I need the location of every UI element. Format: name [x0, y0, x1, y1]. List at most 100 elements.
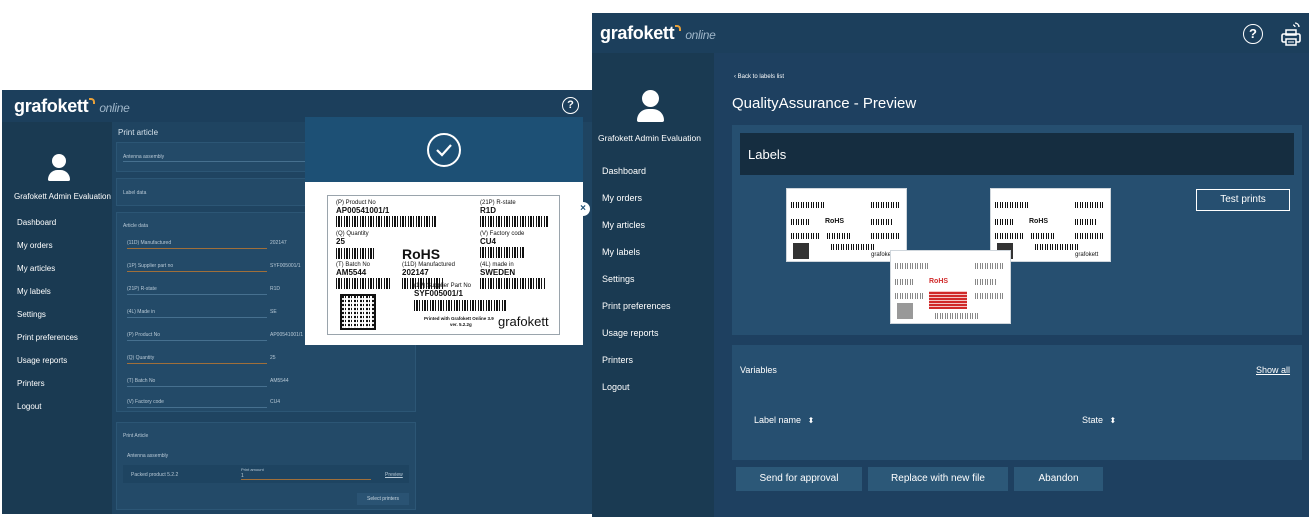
sort-icon: ⬍: [1109, 416, 1117, 425]
user-avatar-body: [637, 109, 664, 122]
right-content: ‹ Back to labels list QualityAssurance -…: [714, 53, 1309, 517]
field-underline: [127, 294, 267, 295]
field-row[interactable]: (1P) Supplier part no SYF005001/1: [127, 263, 312, 273]
replace-with-new-file-button[interactable]: Replace with new file: [868, 467, 1008, 491]
nav-logout[interactable]: Logout: [17, 402, 41, 411]
thumb-barcode: [827, 233, 851, 239]
manufactured-value: 202147: [402, 268, 429, 277]
thumb-barcode: [1075, 233, 1105, 239]
preview-link[interactable]: Preview: [385, 472, 403, 478]
help-icon[interactable]: ?: [1243, 24, 1263, 44]
printer-icon[interactable]: [1280, 21, 1302, 47]
madein-barcode: [480, 278, 545, 289]
field-value: 202147: [270, 240, 287, 246]
printed-with-text: Printed with Grafokett Online 3.9: [424, 316, 494, 321]
label-preview: (P) Product No AP00541001/1 (21P) R-stat…: [327, 195, 560, 335]
field-row[interactable]: (4L) Made in SE: [127, 309, 312, 319]
field-row[interactable]: (V) Factory code CU4: [127, 399, 312, 409]
column-header-label-name[interactable]: Label name ⬍: [754, 415, 814, 425]
abandon-button[interactable]: Abandon: [1014, 467, 1103, 491]
field-value: AP00541001/1: [270, 332, 304, 338]
field-value: 25: [270, 355, 276, 361]
rstate-value: R1D: [480, 206, 497, 215]
nav-print-preferences[interactable]: Print preferences: [602, 301, 671, 311]
field-row[interactable]: (11D) Manufactured 202147: [127, 240, 312, 250]
help-icon[interactable]: ?: [562, 97, 579, 114]
nav-usage-reports[interactable]: Usage reports: [17, 356, 67, 365]
thumb-rohs: RoHS: [929, 278, 949, 285]
field-label: (11D) Manufactured: [127, 240, 172, 246]
nav-printers[interactable]: Printers: [602, 355, 633, 365]
right-logo[interactable]: grafokett online: [600, 23, 716, 44]
field-row[interactable]: (T) Batch No AM5544: [127, 378, 312, 388]
label-thumbnail[interactable]: RoHS grafokett: [786, 188, 907, 262]
thumb-barcode: [1035, 244, 1079, 250]
thumb-barcode: [791, 219, 811, 225]
supplier-barcode: [414, 300, 506, 311]
factory-barcode: [480, 247, 525, 258]
thumb-barcode: [895, 279, 915, 285]
page-title: QualityAssurance - Preview: [732, 95, 917, 112]
field-row[interactable]: (P) Product No AP00541001/1: [127, 332, 312, 342]
user-avatar-body: [48, 170, 70, 181]
qr-code: [340, 294, 376, 330]
user-avatar-icon: [52, 154, 66, 168]
send-for-approval-button[interactable]: Send for approval: [736, 467, 862, 491]
thumb-barcode: [975, 279, 997, 285]
column-label: Label name: [754, 415, 802, 425]
nav-my-orders[interactable]: My orders: [602, 193, 642, 203]
nav-settings[interactable]: Settings: [602, 274, 635, 284]
variables-panel: Variables Show all Label name ⬍ State ⬍: [732, 345, 1302, 460]
thumb-barcode: [1075, 202, 1105, 208]
left-logo[interactable]: grafokett online: [14, 96, 130, 117]
thumb-barcode: [995, 233, 1025, 239]
field-row[interactable]: (Q) Quantity 25: [127, 355, 312, 365]
logo-text: grafokett: [14, 96, 89, 116]
test-prints-button[interactable]: Test prints: [1196, 189, 1290, 211]
thumb-diff-highlight: [929, 291, 967, 309]
nav-logout[interactable]: Logout: [602, 382, 630, 392]
user-avatar-icon: [642, 90, 659, 107]
factory-value: CU4: [480, 237, 497, 246]
label-thumbnail-diff[interactable]: RoHS: [890, 250, 1011, 324]
logo-suffix: online: [99, 101, 130, 115]
page-title: Print article: [118, 128, 159, 137]
nav-my-orders[interactable]: My orders: [17, 241, 53, 250]
thumb-barcode: [995, 219, 1015, 225]
modal-close-icon[interactable]: ×: [576, 202, 590, 216]
user-name: Grafokett Admin Evaluation: [598, 133, 702, 143]
select-printers-button[interactable]: Select printers: [357, 493, 409, 505]
thumb-qr: [897, 303, 913, 319]
nav-dashboard[interactable]: Dashboard: [17, 218, 56, 227]
nav-print-preferences[interactable]: Print preferences: [17, 333, 78, 342]
nav-settings[interactable]: Settings: [17, 310, 46, 319]
nav-my-labels[interactable]: My labels: [17, 287, 51, 296]
nav-dashboard[interactable]: Dashboard: [602, 166, 646, 176]
field-value: R1D: [270, 286, 281, 292]
field-row[interactable]: (21P) R-state R1D: [127, 286, 312, 296]
column-header-state[interactable]: State ⬍: [1082, 415, 1116, 425]
field-underline: [127, 386, 267, 387]
nav-my-articles[interactable]: My articles: [17, 264, 55, 273]
nav-usage-reports[interactable]: Usage reports: [602, 328, 659, 338]
nav-my-articles[interactable]: My articles: [602, 220, 645, 230]
nav-printers[interactable]: Printers: [17, 379, 45, 388]
variables-title: Variables: [740, 365, 777, 375]
nav-my-labels[interactable]: My labels: [602, 247, 640, 257]
print-article-panel: Print Article Antenna assembly Packed pr…: [116, 422, 416, 510]
thumb-barcode: [995, 202, 1029, 208]
thumb-barcode: [1075, 219, 1097, 225]
quantity-value: 25: [336, 237, 345, 246]
field-underline: [127, 363, 267, 364]
show-all-link[interactable]: Show all: [1256, 365, 1290, 375]
back-link[interactable]: ‹ Back to labels list: [734, 74, 784, 80]
field-value: SE: [270, 309, 277, 315]
field-underline: [127, 271, 267, 272]
thumb-rohs: RoHS: [1029, 218, 1049, 225]
thumb-qr: [793, 243, 809, 259]
field-label: (Q) Quantity: [127, 355, 155, 361]
rstate-barcode: [480, 216, 548, 227]
labels-header: Labels: [740, 133, 1294, 175]
product-no-barcode: [336, 216, 436, 227]
field-underline: [127, 317, 267, 318]
